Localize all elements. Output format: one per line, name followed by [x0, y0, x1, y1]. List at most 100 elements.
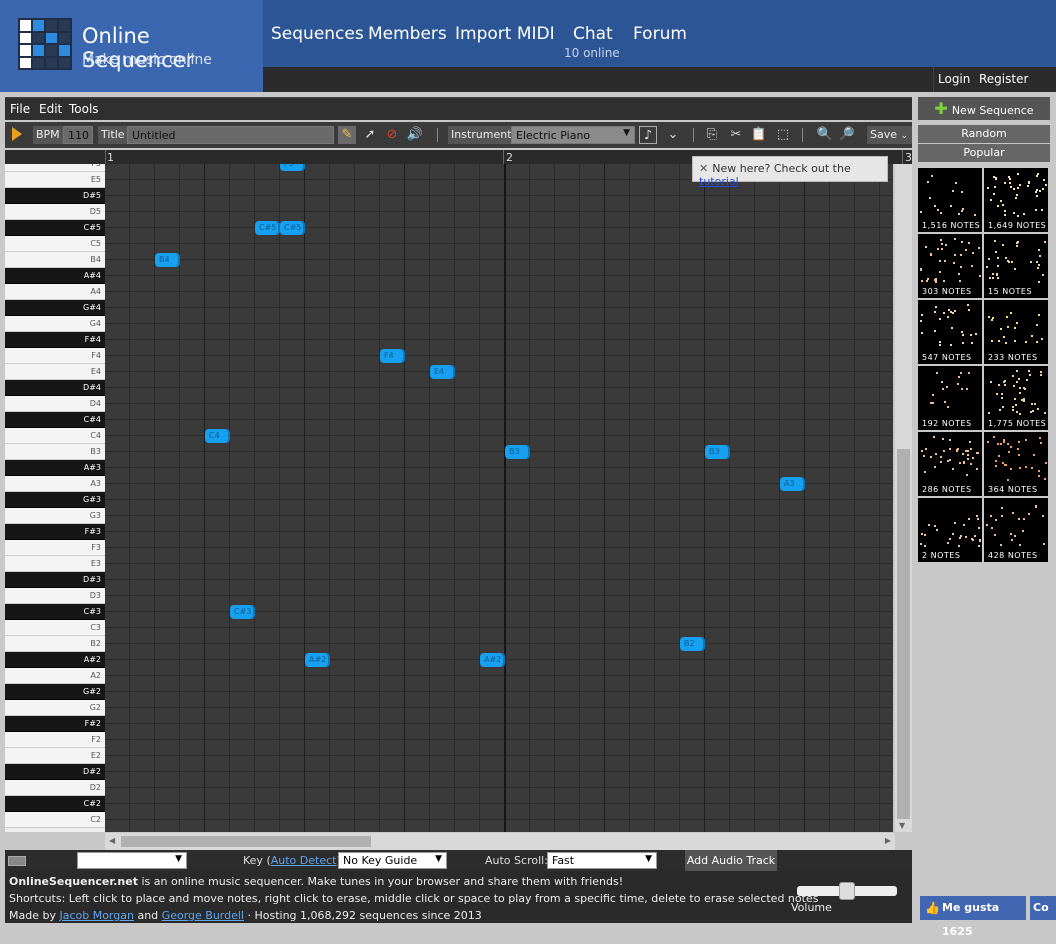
note-grid[interactable]: F5 C#5C#5 B4 F4 E4 C4 B3 B3 A3 C#3 B2 A#2 A#2 [105, 164, 893, 832]
piano-key[interactable]: D5 [5, 204, 105, 220]
sequence-thumbnail[interactable]: 1,516 NOTES [918, 168, 982, 232]
piano-key[interactable]: G2 [5, 700, 105, 716]
zoom-out-icon[interactable]: 🔎 [838, 126, 856, 144]
note[interactable]: B3 [705, 445, 730, 459]
track-select[interactable]: ▼ [77, 852, 187, 869]
piano-key[interactable]: F5 [5, 164, 105, 172]
cut-icon[interactable]: ✂ [727, 126, 745, 144]
pencil-icon[interactable]: ✎ [338, 126, 356, 144]
menu-file[interactable]: File [10, 102, 30, 116]
menu-tools[interactable]: Tools [69, 102, 99, 116]
piano-key[interactable]: C4 [5, 428, 105, 444]
facebook-like-button[interactable]: 👍 Me gusta 1625 [920, 896, 1026, 938]
piano-key[interactable]: F2 [5, 732, 105, 748]
note[interactable]: A#2 [305, 653, 330, 667]
piano-key[interactable]: G#4 [5, 300, 105, 316]
author-link-george[interactable]: George Burdell [162, 909, 244, 922]
close-icon[interactable]: ✕ [699, 162, 708, 175]
zoom-in-icon[interactable]: 🔍 [816, 126, 834, 144]
note[interactable]: B4 [155, 253, 180, 267]
piano-key[interactable]: D#3 [5, 572, 105, 588]
play-icon[interactable] [11, 126, 23, 142]
piano-key[interactable]: A#2 [5, 652, 105, 668]
piano-key[interactable]: F#2 [5, 716, 105, 732]
sequence-thumbnail[interactable]: 1,649 NOTES [984, 168, 1048, 232]
piano-key[interactable]: G#3 [5, 492, 105, 508]
pointer-icon[interactable]: ➚ [361, 126, 379, 144]
piano-key[interactable]: E2 [5, 748, 105, 764]
nav-import-midi[interactable]: Import MIDI [455, 24, 555, 44]
note[interactable]: E4 [430, 365, 455, 379]
vertical-scrollbar[interactable]: ▼ [895, 164, 912, 832]
piano-key[interactable]: A3 [5, 476, 105, 492]
select-all-icon[interactable]: ⬚ [774, 126, 792, 144]
piano-key[interactable]: D2 [5, 780, 105, 796]
menu-edit[interactable]: Edit [39, 102, 62, 116]
copy-icon[interactable]: ⎘ [703, 126, 721, 144]
sequence-thumbnail[interactable]: 2 NOTES [918, 498, 982, 562]
note[interactable]: C#5 [280, 221, 305, 235]
sequence-thumbnail[interactable]: 286 NOTES [918, 432, 982, 496]
piano-key[interactable]: C#2 [5, 796, 105, 812]
piano-key[interactable]: E3 [5, 556, 105, 572]
piano-key[interactable]: A#4 [5, 268, 105, 284]
piano-key[interactable]: D#5 [5, 188, 105, 204]
piano-key[interactable]: A2 [5, 668, 105, 684]
note[interactable]: C#5 [255, 221, 280, 235]
author-link-jacob[interactable]: Jacob Morgan [59, 909, 134, 922]
note[interactable]: B3 [505, 445, 530, 459]
tab-popular[interactable]: Popular [918, 144, 1050, 162]
piano-key[interactable]: A4 [5, 284, 105, 300]
piano-key[interactable]: G3 [5, 508, 105, 524]
autoscroll-select[interactable]: Fast ▼ [547, 852, 657, 869]
chevron-down-icon[interactable]: ⌄ [664, 126, 682, 144]
piano-key[interactable]: C2 [5, 812, 105, 828]
piano-key[interactable]: B2 [5, 636, 105, 652]
note[interactable]: F4 [380, 349, 405, 363]
piano-key[interactable]: D4 [5, 396, 105, 412]
sequence-thumbnail[interactable]: 233 NOTES [984, 300, 1048, 364]
register-link[interactable]: Register [979, 72, 1028, 86]
new-sequence-button[interactable]: ✚ New Sequence [918, 97, 1050, 120]
sequence-thumbnail[interactable]: 428 NOTES [984, 498, 1048, 562]
piano-key[interactable]: E4 [5, 364, 105, 380]
scroll-left-arrow[interactable]: ◀ [109, 836, 115, 845]
piano-key[interactable]: C#5 [5, 220, 105, 236]
key-select[interactable]: No Key Guide ▼ [338, 852, 447, 869]
save-button[interactable]: Save ⌄ [867, 126, 912, 144]
sequence-thumbnail[interactable]: 15 NOTES [984, 234, 1048, 298]
note[interactable]: C4 [205, 429, 230, 443]
volume-slider[interactable] [797, 882, 897, 900]
piano-key[interactable]: G#2 [5, 684, 105, 700]
horizontal-scrollbar[interactable]: ◀ ▶ [105, 833, 895, 850]
instrument-select[interactable]: Electric Piano ▼ [511, 126, 635, 144]
piano-key[interactable]: B3 [5, 444, 105, 460]
piano-key[interactable]: F3 [5, 540, 105, 556]
piano-key[interactable]: D#4 [5, 380, 105, 396]
logo-block[interactable]: Online Sequencer Make music online [0, 0, 263, 92]
piano-key[interactable]: G4 [5, 316, 105, 332]
note[interactable]: F5 [280, 164, 305, 171]
note[interactable]: A3 [780, 477, 805, 491]
piano-key[interactable]: E5 [5, 172, 105, 188]
note[interactable]: A#2 [480, 653, 505, 667]
sequence-thumbnail[interactable]: 192 NOTES [918, 366, 982, 430]
login-link[interactable]: Login [938, 72, 970, 86]
bpm-input[interactable]: 110 [63, 126, 93, 144]
nav-forum[interactable]: Forum [633, 24, 687, 44]
nav-members[interactable]: Members [368, 24, 447, 44]
keyboard-icon[interactable] [8, 856, 26, 866]
paste-icon[interactable]: 📋 [750, 126, 768, 144]
piano-key[interactable]: D3 [5, 588, 105, 604]
piano-key[interactable]: F#3 [5, 524, 105, 540]
piano-key[interactable]: C#3 [5, 604, 105, 620]
piano-key[interactable]: C#4 [5, 412, 105, 428]
nav-chat[interactable]: Chat [573, 24, 613, 44]
note-settings-icon[interactable]: ♪ [639, 126, 657, 144]
add-audio-track-button[interactable]: Add Audio Track [685, 850, 777, 871]
vertical-scroll-thumb[interactable] [897, 449, 910, 819]
tab-random[interactable]: Random [918, 125, 1050, 143]
piano-key[interactable]: F#4 [5, 332, 105, 348]
piano-key[interactable]: C5 [5, 236, 105, 252]
piano-key[interactable]: F4 [5, 348, 105, 364]
